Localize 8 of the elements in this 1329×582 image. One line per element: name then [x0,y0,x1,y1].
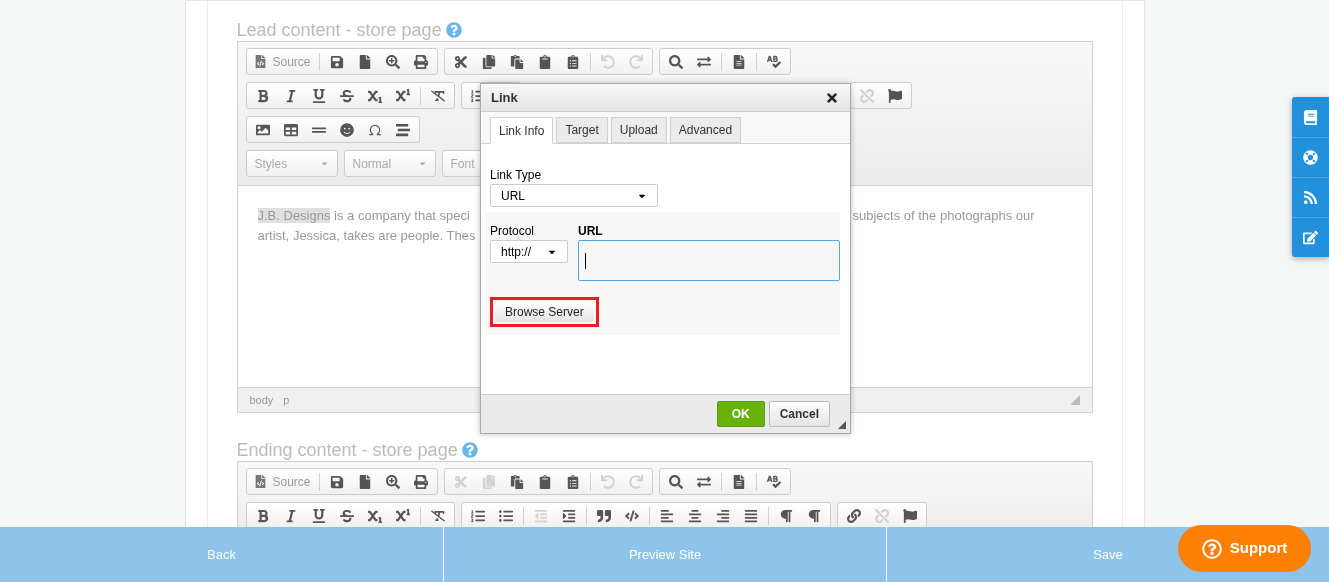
field-label: URL [578,223,604,240]
editor-text: artist, Jessica, takes are people. Thes [257,227,476,245]
section-heading: Ending content - store page [236,439,458,461]
field-label: Protocol [490,223,536,240]
section-heading: Lead content - store page [236,19,442,41]
dialog-title: Link [491,88,518,107]
field-label: Link Type [490,167,543,184]
editor-text: subjects of the photographs our [852,207,1035,225]
